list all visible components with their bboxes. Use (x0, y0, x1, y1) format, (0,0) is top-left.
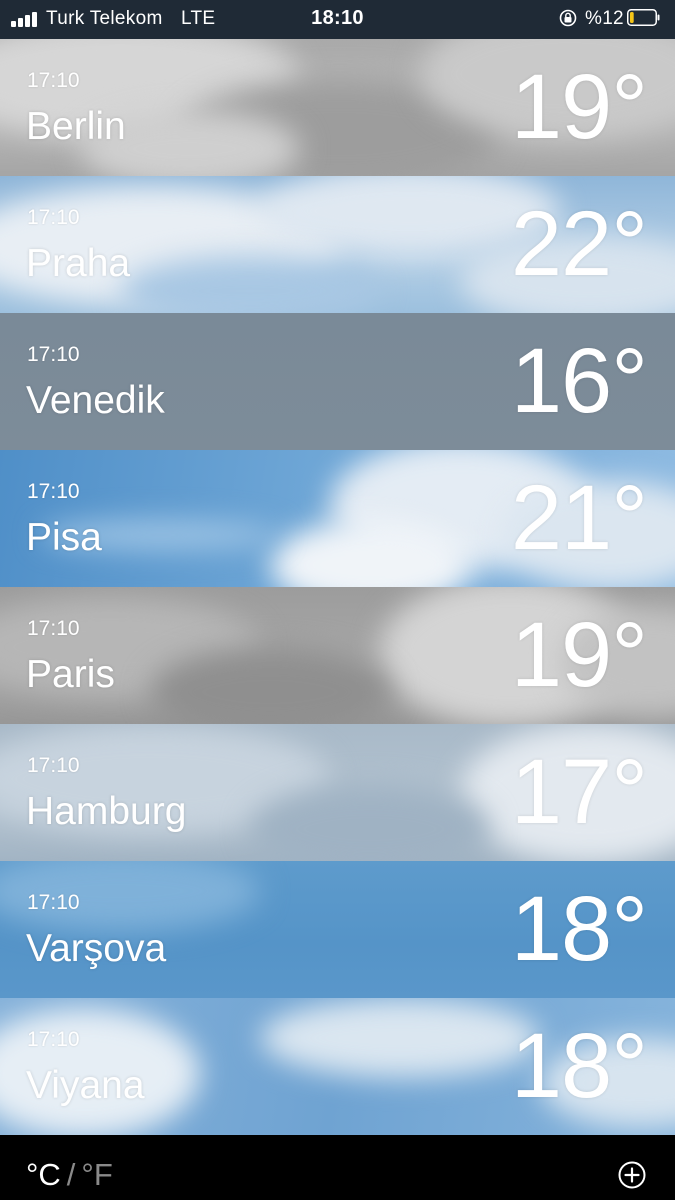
city-row-hamburg[interactable]: 17:10 Hamburg 17° (0, 724, 675, 861)
bottom-bar: °C / °F (0, 1135, 675, 1200)
city-name: Venedik (26, 379, 165, 422)
city-local-time: 17:10 (27, 343, 80, 366)
temperature-unit-toggle[interactable]: °C / °F (26, 1157, 113, 1193)
city-local-time: 17:10 (27, 1028, 80, 1051)
city-temperature: 17° (510, 741, 648, 843)
rotation-lock-icon (559, 9, 577, 27)
city-name: Praha (26, 242, 131, 285)
battery-icon (627, 9, 660, 26)
city-temperature: 21° (510, 467, 648, 569)
city-row-paris[interactable]: 17:10 Paris 19° (0, 587, 675, 724)
city-local-time: 17:10 (27, 617, 80, 640)
city-name: Hamburg (26, 790, 187, 833)
city-name: Paris (26, 653, 115, 696)
city-local-time: 17:10 (27, 69, 80, 92)
city-temperature: 19° (510, 604, 648, 706)
unit-separator: / (66, 1157, 76, 1192)
city-list: 17:10 Berlin 19° 17:10 Praha 22° 17:10 V… (0, 39, 675, 1135)
city-local-time: 17:10 (27, 891, 80, 914)
city-local-time: 17:10 (27, 480, 80, 503)
city-row-pisa[interactable]: 17:10 Pisa 21° (0, 450, 675, 587)
city-name: Berlin (26, 105, 126, 148)
battery-percentage: %12 (585, 8, 624, 29)
city-local-time: 17:10 (27, 754, 80, 777)
city-row-viyana[interactable]: 17:10 Viyana 18° (0, 998, 675, 1135)
celsius-option[interactable]: °C (26, 1157, 61, 1192)
city-row-berlin[interactable]: 17:10 Berlin 19° (0, 39, 675, 176)
city-temperature: 16° (510, 330, 648, 432)
city-local-time: 17:10 (27, 206, 80, 229)
fahrenheit-option[interactable]: °F (81, 1157, 112, 1192)
status-bar: Turk Telekom LTE 18:10 %12 (0, 0, 675, 39)
city-temperature: 19° (510, 56, 648, 158)
city-row-venedik[interactable]: 17:10 Venedik 16° (0, 313, 675, 450)
plus-circle-icon[interactable] (618, 1161, 646, 1189)
city-name: Viyana (26, 1064, 145, 1107)
city-temperature: 18° (510, 878, 648, 980)
city-row-praha[interactable]: 17:10 Praha 22° (0, 176, 675, 313)
city-temperature: 18° (510, 1015, 648, 1117)
city-row-varsova[interactable]: 17:10 Varşova 18° (0, 861, 675, 998)
city-name: Varşova (26, 927, 167, 970)
city-name: Pisa (26, 516, 102, 559)
city-temperature: 22° (510, 193, 648, 295)
